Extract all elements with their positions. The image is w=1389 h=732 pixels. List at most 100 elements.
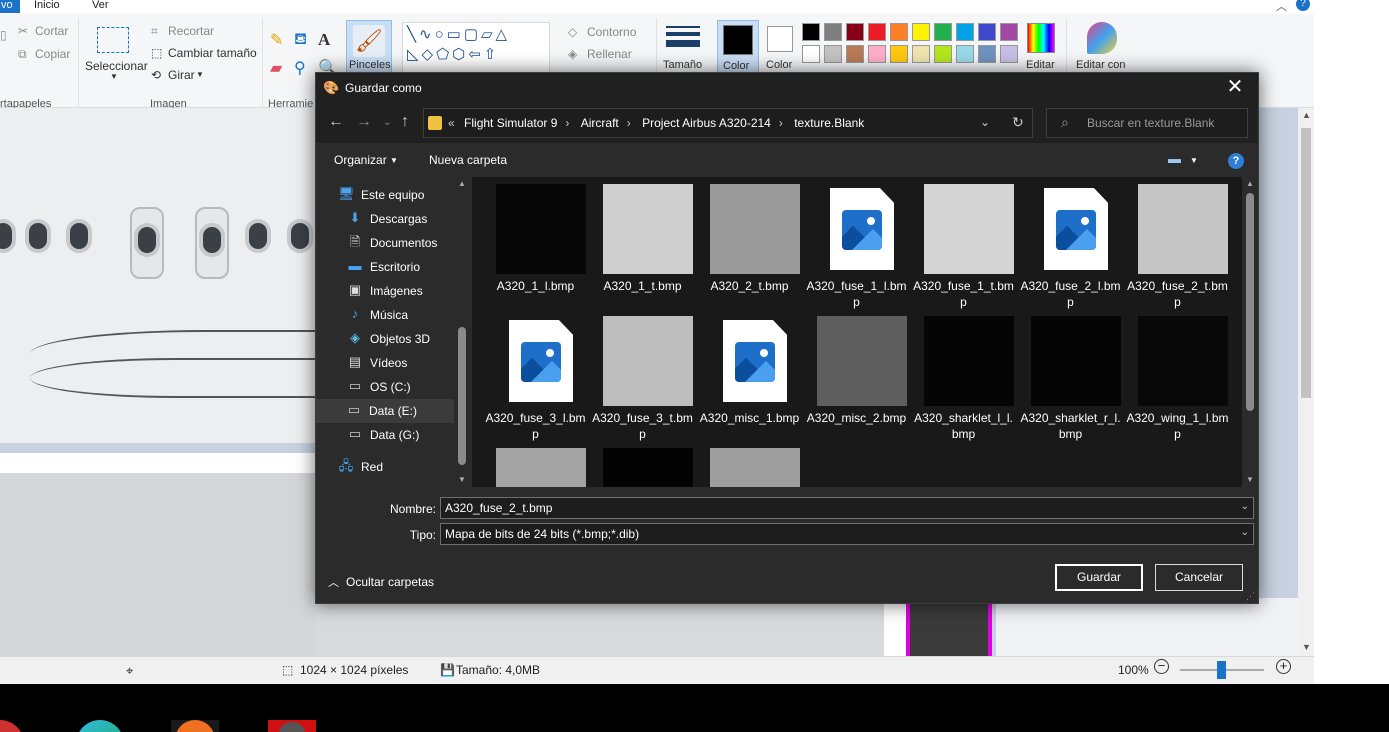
palette-swatch[interactable]: [956, 45, 974, 63]
file-item[interactable]: A320_1_l.bmp: [482, 177, 589, 309]
palette-swatch[interactable]: [978, 45, 996, 63]
size-icon[interactable]: [666, 26, 700, 50]
hide-folders-button[interactable]: Ocultar carpetas: [346, 575, 434, 589]
chevron-right-icon[interactable]: ›: [779, 116, 783, 130]
up-icon[interactable]: ↑: [401, 113, 409, 131]
nav-item[interactable]: 🗎 Documentos: [347, 231, 471, 255]
eraser-icon[interactable]: ▰: [270, 58, 282, 78]
nav-item[interactable]: 🖥 Este equipo: [338, 183, 462, 207]
chevron-down-icon[interactable]: ▼: [390, 156, 398, 165]
copy-button[interactable]: Copiar: [35, 47, 70, 61]
select-icon[interactable]: [97, 27, 129, 53]
scroll-up-icon[interactable]: ▲: [458, 179, 466, 188]
palette-swatch[interactable]: [868, 23, 886, 41]
scroll-up-icon[interactable]: ▲: [1302, 110, 1311, 120]
palette-swatch[interactable]: [824, 23, 842, 41]
chevron-up-icon[interactable]: ︿: [328, 574, 339, 590]
address-bar[interactable]: « Flight Simulator 9 › Aircraft › Project …: [423, 108, 1033, 138]
file-item[interactable]: A320_wing_1_l.bmp: [1124, 309, 1231, 441]
palette-swatch[interactable]: [934, 45, 952, 63]
collapse-ribbon-icon[interactable]: ︿: [1276, 0, 1287, 14]
scrollbar-thumb[interactable]: [1246, 193, 1254, 411]
paste-icon[interactable]: ▯: [0, 28, 7, 42]
file-item[interactable]: A320_misc_2.bmp: [803, 309, 910, 441]
nav-item[interactable]: ◈ Objetos 3D: [347, 327, 471, 351]
cut-button[interactable]: Cortar: [35, 24, 68, 38]
chevron-down-icon[interactable]: ⌄: [980, 115, 990, 129]
resize-grip-icon[interactable]: ⋰: [1246, 591, 1255, 602]
filename-input[interactable]: A320_fuse_2_t.bmp ⌄: [440, 497, 1254, 519]
fill-shape-button[interactable]: Rellenar: [587, 47, 632, 61]
edit-colors-icon[interactable]: [1027, 23, 1055, 53]
taskbar-app-icon[interactable]: [268, 720, 316, 732]
scroll-up-icon[interactable]: ▲: [1246, 179, 1254, 188]
color2-swatch[interactable]: [767, 26, 793, 52]
cancel-button[interactable]: Cancelar: [1155, 564, 1243, 591]
nav-item[interactable]: ▬ Escritorio: [347, 255, 471, 279]
size-button[interactable]: Tamaño: [663, 59, 702, 71]
pencil-icon[interactable]: ✎: [270, 30, 283, 50]
taskbar-app-icon[interactable]: [0, 720, 24, 732]
file-item[interactable]: A320_sharklet_l_l.bmp: [910, 309, 1017, 441]
palette-swatch[interactable]: [846, 45, 864, 63]
chevron-down-icon[interactable]: ▼: [196, 70, 204, 79]
help-icon[interactable]: ?: [1296, 0, 1310, 11]
palette-swatch[interactable]: [846, 23, 864, 41]
palette-swatch[interactable]: [1000, 23, 1018, 41]
breadcrumb-item[interactable]: Project Airbus A320-214: [642, 116, 771, 130]
zoom-out-icon[interactable]: −: [1154, 659, 1169, 674]
edge-icon[interactable]: [76, 720, 124, 732]
help-icon[interactable]: ?: [1228, 153, 1244, 169]
navigation-scrollbar[interactable]: ▲ ▼: [454, 177, 470, 487]
nav-item[interactable]: ▤ Vídeos: [347, 351, 471, 375]
palette-swatch[interactable]: [868, 45, 886, 63]
color1-button[interactable]: Color: [717, 20, 759, 78]
color2-label[interactable]: Color: [766, 59, 792, 71]
chevron-down-icon[interactable]: ▼: [1190, 156, 1198, 165]
breadcrumb-item[interactable]: texture.Blank: [794, 116, 864, 130]
file-item[interactable]: [696, 441, 803, 487]
chevron-right-icon[interactable]: ›: [627, 116, 631, 130]
crop-button[interactable]: Recortar: [168, 24, 214, 38]
scroll-down-icon[interactable]: ▼: [1246, 475, 1254, 484]
file-item[interactable]: [589, 441, 696, 487]
palette-swatch[interactable]: [890, 23, 908, 41]
canvas-scrollbar[interactable]: ▲ ▼: [1298, 108, 1314, 656]
forward-icon[interactable]: →: [356, 113, 372, 131]
rotate-button[interactable]: Girar: [168, 68, 195, 82]
scroll-down-icon[interactable]: ▼: [458, 475, 466, 484]
outline-button[interactable]: Contorno: [587, 25, 636, 39]
resize-button[interactable]: Cambiar tamaño: [168, 46, 257, 60]
menu-inicio[interactable]: Inicio: [34, 0, 60, 11]
file-item[interactable]: A320_2_t.bmp: [696, 177, 803, 309]
paint3d-icon[interactable]: [1087, 22, 1117, 54]
palette-swatch[interactable]: [802, 23, 820, 41]
zoom-in-icon[interactable]: +: [1276, 659, 1291, 674]
file-item[interactable]: A320_sharklet_r_l.bmp: [1017, 309, 1124, 441]
chevron-right-icon[interactable]: ›: [565, 116, 569, 130]
breadcrumb-overflow[interactable]: «: [448, 116, 455, 130]
nav-item[interactable]: ♪ Música: [347, 303, 471, 327]
search-input[interactable]: ⌕ Buscar en texture.Blank: [1046, 108, 1248, 138]
recent-locations-icon[interactable]: ⌄: [383, 117, 391, 128]
select-button[interactable]: Seleccionar: [85, 59, 148, 73]
close-icon[interactable]: ✕: [1212, 73, 1258, 103]
file-item[interactable]: A320_fuse_2_l.bmp: [1017, 177, 1124, 309]
refresh-icon[interactable]: ↻: [1012, 114, 1024, 131]
palette-swatch[interactable]: [890, 45, 908, 63]
palette-swatch[interactable]: [802, 45, 820, 63]
breadcrumb-item[interactable]: Aircraft: [581, 116, 619, 130]
palette-swatch[interactable]: [956, 23, 974, 41]
view-options-icon[interactable]: ▬: [1168, 151, 1181, 166]
file-item[interactable]: A320_fuse_3_l.bmp: [482, 309, 589, 441]
save-button[interactable]: Guardar: [1055, 564, 1143, 591]
menu-file[interactable]: vo: [0, 0, 20, 13]
scroll-down-icon[interactable]: ▼: [1302, 642, 1311, 652]
file-item[interactable]: A320_fuse_1_l.bmp: [803, 177, 910, 309]
scrollbar-thumb[interactable]: [458, 327, 466, 465]
scrollbar-thumb[interactable]: [1301, 128, 1311, 398]
nav-item[interactable]: ▭ Data (G:): [347, 423, 471, 447]
file-item[interactable]: A320_fuse_3_t.bmp: [589, 309, 696, 441]
chevron-down-icon[interactable]: ⌄: [1241, 501, 1249, 512]
file-item[interactable]: A320_fuse_2_t.bmp: [1124, 177, 1231, 309]
